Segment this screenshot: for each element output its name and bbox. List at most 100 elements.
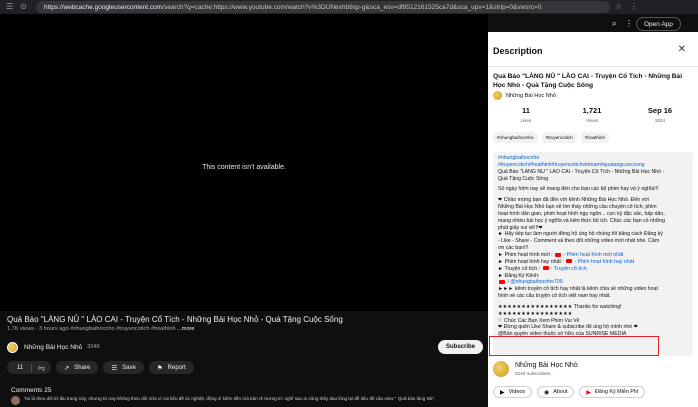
save-button[interactable]: ☰ Save [103, 361, 144, 374]
tag-chip[interactable]: #nhungbaihocnho [493, 132, 538, 143]
channel-subs: 324K [87, 344, 101, 350]
playlist-link[interactable]: - Truyện cổ tích [551, 266, 587, 272]
likes-label: Likes [520, 118, 532, 123]
menu-icon[interactable]: ⋮ [630, 2, 638, 12]
body-line: phút giây vui vẻ!!!❤ [498, 224, 543, 231]
player-unavailable-message: This content isn't available. [202, 164, 286, 171]
date-number: Sep 16 [647, 106, 673, 115]
report-label: Report [167, 364, 186, 371]
body-line: ơn các bạn!!! [498, 245, 529, 252]
body-line: ★★★★★★★★★★★★★★★★ Thanks for watching! [498, 303, 622, 310]
hashtag-links[interactable]: #truyencotich#hoathinh#truyencotichvietn… [498, 162, 688, 169]
views-number: 1,721 [582, 106, 602, 115]
about-label: About [553, 389, 568, 395]
body-line: ★★★★★★★★★★★★★★★★ [498, 310, 573, 317]
body-line: / @nhungbaihocnho709 [498, 279, 688, 286]
dislike-icon[interactable]: 👎︎ [38, 364, 45, 372]
address-bar[interactable]: https://webcache.googleusercontent.com/s… [36, 1, 610, 13]
hashtag-link[interactable]: #nhungbaihocnho [498, 155, 688, 162]
body-line: Quả Báo "LÀNG NỦ " LÀO CAI - Truyện Cổ T… [498, 168, 665, 175]
youtube-icon [542, 266, 549, 271]
lock-icon: ☰ [6, 2, 14, 11]
youtube-icon [499, 279, 505, 284]
youtube-icon [555, 252, 562, 257]
channel-card-info: Những Bài Học Nhỏ 324K subscribers [515, 362, 578, 376]
channel-card-name[interactable]: Những Bài Học Nhỏ [515, 362, 578, 369]
action-row: 11 👎︎ ↗ Share ☰ Save ⚑ Report [7, 361, 194, 374]
body-line: ► Phim hoạt hình mới : - Phim hoạt hình … [498, 251, 624, 258]
save-label: Save [122, 364, 136, 371]
youtube-icon [566, 259, 573, 264]
channel-card-buttons: ▶ Videos ◉ About ▶ Đăng Ký Miễn Phí [493, 386, 646, 398]
channel-card-subs: 324K subscribers [515, 371, 551, 376]
channel-avatar[interactable] [7, 341, 18, 353]
save-icon: ☰ [111, 364, 118, 372]
body-line: mang nhiều bài học ý nghĩa và kiến thức … [498, 217, 665, 224]
site-info-icon[interactable]: ⊙ [20, 2, 27, 12]
person-icon: ◉ [544, 389, 550, 396]
more-options-icon[interactable]: ⋮ [625, 19, 633, 28]
share-icon: ↗ [63, 364, 70, 372]
description-channel-name[interactable]: Những Bài Học Nhỏ [506, 93, 556, 99]
free-subscribe-label: Đăng Ký Miễn Phí [594, 389, 639, 395]
description-title: Quả Báo "LÀNG NỦ " LÀO CAI - Truyện Cổ T… [493, 73, 683, 89]
body-line: Số ngày hôm nay sẽ mang đến cho bạn các … [498, 186, 659, 193]
body-line: ❤ Chào mừng bạn đã đến với kênh Những Bà… [498, 197, 649, 204]
about-button[interactable]: ◉ About [537, 386, 575, 398]
videos-button[interactable]: ▶ Videos [493, 386, 533, 398]
description-header: Description [493, 46, 543, 56]
header-divider [488, 66, 698, 67]
youtube-icon: ▶ [586, 389, 591, 396]
url-text: https://webcache.googleusercontent.com/s… [44, 3, 542, 11]
subscribe-button[interactable]: Subscribe [437, 340, 483, 354]
channel-card-avatar[interactable] [493, 361, 509, 377]
flag-icon: ⚑ [156, 364, 163, 372]
comment-text: Tui là theo dõi từ lâu trang này, nhưng … [24, 396, 436, 401]
playlist-link[interactable]: - Phim hoạt hình mới nhất [564, 252, 624, 258]
comment-item: Tui là theo dõi từ lâu trang này, nhưng … [11, 396, 485, 405]
playlist-link[interactable]: - Phim hoạt hình hay nhất [575, 259, 634, 265]
like-button[interactable]: 11 👎︎ [7, 361, 51, 374]
description-channel-avatar[interactable] [493, 91, 502, 100]
body-line: Quà Tặng Cuộc Sống [498, 175, 549, 182]
views-label: Views [586, 118, 598, 123]
channel-name[interactable]: Những Bài Học Nhỏ [24, 344, 82, 351]
channel-handle-link[interactable]: / @nhungbaihocnho709 [507, 279, 562, 285]
close-icon[interactable]: ✕ [678, 45, 686, 55]
video-meta: 1.7K views · 3 hours ago #nhungbaihocnho… [7, 326, 195, 332]
videos-label: Videos [508, 389, 526, 395]
body-line: ► Phim hoạt hình hay nhất : - Phim hoạt … [498, 258, 635, 265]
description-channel[interactable]: Những Bài Học Nhỏ [493, 91, 556, 100]
commenter-avatar[interactable] [11, 396, 20, 405]
share-button[interactable]: ↗ Share [55, 361, 99, 374]
body-line: ♡ Chúc Các Bạn Xem Phim Vui Vẻ [498, 317, 580, 324]
date-year: 2024 [654, 118, 665, 123]
body-line: ► Hãy tiếp tục làm người đồng hộ ủng hộ … [498, 231, 663, 238]
tag-chip[interactable]: #truyencotich [541, 132, 577, 143]
like-divider [31, 363, 33, 372]
video-title: Quả Báo "LÀNG NỦ " LÀO CAI - Truyện Cổ T… [7, 315, 343, 324]
body-line: ►►► kênh truyện cổ tích hay nhất là kênh… [498, 286, 658, 293]
body-line: hoạt hình dân gian, phim hoạt hình ngụ n… [498, 210, 665, 217]
report-button[interactable]: ⚑ Report [148, 361, 194, 374]
tag-chip[interactable]: #hoathinh [580, 132, 610, 143]
channel-card[interactable]: Những Bài Học Nhỏ 324K subscribers [493, 361, 578, 377]
video-meta-text: 1.7K views · 3 hours ago #nhungbaihocnho… [7, 326, 176, 332]
more-link[interactable]: ...more [177, 326, 194, 332]
free-subscribe-button[interactable]: ▶ Đăng Ký Miễn Phí [579, 386, 646, 398]
channel-row: Những Bài Học Nhỏ 324K Subscribe [7, 340, 483, 354]
search-icon[interactable]: ⌕ [612, 19, 616, 29]
body-line: ► Đăng Ký Kênh: [498, 272, 540, 279]
body-line: - Like - Share - Comment và theo dõi nhữ… [498, 238, 660, 245]
browser-toolbar: ☰ ⊙ https://webcache.googleusercontent.c… [0, 0, 698, 14]
stat-views: 1,721 Views [567, 106, 617, 123]
like-count: 11 [17, 364, 24, 371]
stats-row: 11 Likes 1,721 Views Sep 16 2024 [493, 106, 693, 130]
video-player[interactable]: This content isn't available. [0, 14, 488, 311]
open-app-button[interactable]: Open App [636, 17, 681, 31]
share-label: Share [74, 364, 91, 371]
comments-title: Comments 25 [11, 387, 52, 394]
stat-date: Sep 16 2024 [635, 106, 685, 123]
body-line: hình về các câu truyện cổ tích việt nam … [498, 293, 611, 300]
bookmark-icon[interactable]: ☆ [615, 2, 622, 12]
